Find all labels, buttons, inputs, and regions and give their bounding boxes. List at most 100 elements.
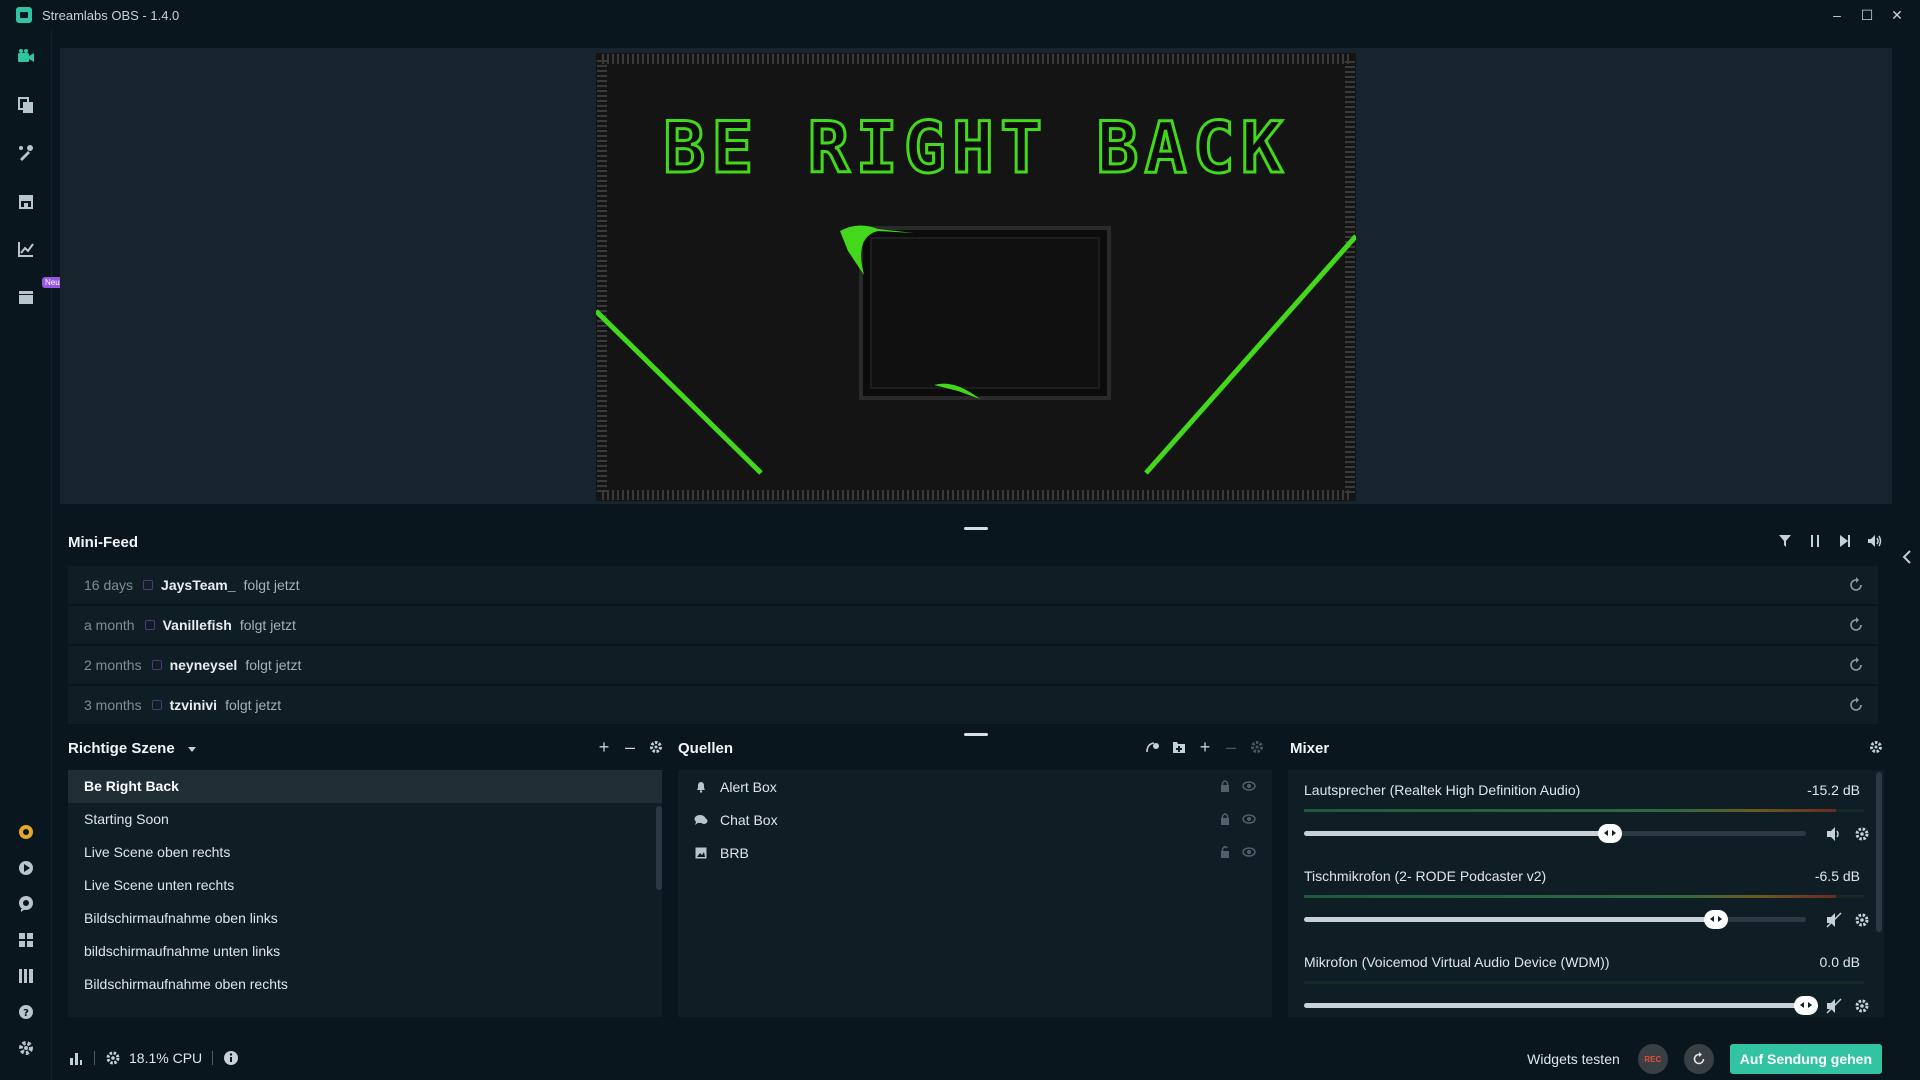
volume-meter: [1304, 895, 1864, 898]
repeat-alert-icon[interactable]: [1848, 697, 1864, 713]
feed-item: a month Vanillefish folgt jetzt: [68, 606, 1878, 644]
unlock-icon[interactable]: [1218, 845, 1232, 859]
volume-slider-thumb[interactable]: [1794, 996, 1818, 1015]
scene-settings-gear-icon[interactable]: [648, 738, 664, 756]
replay-buffer-button[interactable]: [1683, 1044, 1714, 1074]
volume-meter: [1304, 809, 1864, 812]
scene-item[interactable]: bildschirmaufnahme unten links: [68, 935, 662, 968]
twitch-icon: [151, 700, 162, 710]
scene-collection-name[interactable]: Richtige Szene: [68, 740, 175, 757]
mixer-settings-gear-icon[interactable]: [1868, 738, 1884, 756]
minifeed-controls: [1776, 532, 1884, 550]
info-icon[interactable]: [223, 1050, 239, 1066]
themes-icon[interactable]: [14, 141, 38, 165]
dashboard-icon[interactable]: [14, 928, 38, 952]
help-icon[interactable]: ?: [14, 1000, 38, 1024]
skip-icon[interactable]: [1836, 532, 1854, 550]
analytics-icon[interactable]: [14, 237, 38, 261]
resize-handle-feed[interactable]: [964, 733, 988, 736]
scene-item[interactable]: Bildschirmaufnahme oben rechts: [68, 968, 662, 1001]
scene-item[interactable]: Be Right Back: [68, 770, 662, 803]
feed-time: 16 days: [84, 577, 134, 593]
layout-icon[interactable]: [14, 93, 38, 117]
settings-icon[interactable]: [14, 1036, 38, 1060]
speaker-muted-icon[interactable]: [1826, 998, 1842, 1014]
source-label: Alert Box: [720, 778, 777, 795]
performance-chart-icon[interactable]: [68, 1050, 84, 1066]
speaker-muted-icon[interactable]: [1826, 912, 1842, 928]
cpu-usage: 18.1% CPU: [129, 1050, 203, 1066]
source-item[interactable]: Alert Box: [678, 770, 1272, 803]
apps-icon[interactable]: [14, 964, 38, 988]
stream-preview[interactable]: BE RIGHT BACK: [60, 48, 1892, 504]
source-settings-gear-icon[interactable]: [1249, 738, 1265, 756]
visibility-eye-icon[interactable]: [1242, 845, 1256, 859]
scenes-toolbar: + –: [596, 737, 664, 757]
volume-icon[interactable]: [1866, 532, 1884, 550]
volume-slider-thumb[interactable]: [1598, 824, 1623, 843]
test-widgets-button[interactable]: Widgets testen: [1527, 1051, 1620, 1067]
pause-icon[interactable]: [1806, 532, 1824, 550]
mixer-scrollbar[interactable]: [1876, 772, 1882, 932]
chat-icon[interactable]: [14, 892, 38, 916]
channel-settings-gear-icon[interactable]: [1854, 998, 1870, 1014]
filter-icon[interactable]: [1776, 532, 1794, 550]
mixer-channel: Lautsprecher (Realtek High Definition Au…: [1304, 782, 1872, 843]
record-button[interactable]: REC: [1637, 1044, 1668, 1074]
cloudbot-icon[interactable]: [14, 820, 38, 844]
preview-canvas: BE RIGHT BACK: [596, 53, 1356, 501]
channel-settings-gear-icon[interactable]: [1854, 826, 1870, 842]
remove-source-button[interactable]: –: [1223, 737, 1239, 757]
volume-slider[interactable]: [1304, 996, 1818, 1015]
repeat-alert-icon[interactable]: [1848, 617, 1864, 633]
feed-time: a month: [84, 617, 135, 633]
sources-header: Quellen: [678, 740, 734, 757]
video-camera-icon[interactable]: [14, 45, 38, 69]
add-scene-button[interactable]: +: [596, 737, 612, 757]
scenes-list: Be Right Back Starting Soon Live Scene o…: [68, 770, 662, 1017]
status-bar: 18.1% CPU Widgets testen REC Auf Sendung…: [52, 1036, 1920, 1080]
feed-action: folgt jetzt: [239, 617, 296, 633]
volume-slider[interactable]: [1304, 824, 1806, 843]
repeat-alert-icon[interactable]: [1848, 577, 1864, 593]
scene-item[interactable]: Live Scene oben rechts: [68, 836, 662, 869]
scene-item[interactable]: Live Scene unten rechts: [68, 869, 662, 902]
source-item[interactable]: BRB: [678, 836, 1272, 869]
streamlabs-logo-icon: [16, 7, 32, 23]
twitch-icon: [144, 620, 155, 630]
source-item[interactable]: Chat Box: [678, 803, 1272, 836]
close-button[interactable]: ✕: [1882, 0, 1912, 30]
scenes-scrollbar[interactable]: [656, 806, 662, 890]
scenes-header[interactable]: Richtige Szene: [68, 740, 197, 757]
lock-icon[interactable]: [1218, 812, 1232, 826]
feed-item: 3 months tzvinivi folgt jetzt: [68, 686, 1878, 724]
resize-handle-preview[interactable]: [964, 527, 988, 530]
store-icon[interactable]: [14, 189, 38, 213]
scene-item[interactable]: Starting Soon: [68, 803, 662, 836]
alert-icon[interactable]: [14, 856, 38, 880]
volume-slider-thumb[interactable]: [1703, 910, 1728, 929]
lock-icon[interactable]: [1218, 779, 1232, 793]
visibility-eye-icon[interactable]: [1242, 779, 1256, 793]
volume-slider[interactable]: [1304, 910, 1806, 929]
add-source-button[interactable]: +: [1197, 737, 1213, 757]
volume-meter-fill: [1304, 809, 1836, 812]
source-group-icon[interactable]: [1145, 738, 1161, 756]
repeat-alert-icon[interactable]: [1848, 657, 1864, 673]
speaker-icon[interactable]: [1826, 826, 1842, 842]
divider: [94, 1051, 95, 1065]
maximize-button[interactable]: ☐: [1852, 0, 1882, 30]
chevron-left-icon[interactable]: [1900, 548, 1914, 566]
remove-scene-button[interactable]: –: [622, 737, 638, 757]
add-folder-icon[interactable]: [1171, 738, 1187, 756]
highlighter-icon[interactable]: Neu: [14, 277, 63, 309]
minifeed-title: Mini-Feed: [68, 534, 138, 551]
minimize-button[interactable]: –: [1822, 0, 1852, 30]
brb-overlay-text: BE RIGHT BACK: [662, 106, 1289, 191]
scene-item[interactable]: Bildschirmaufnahme oben links: [68, 902, 662, 935]
channel-settings-gear-icon[interactable]: [1854, 912, 1870, 928]
go-live-button[interactable]: Auf Sendung gehen: [1729, 1044, 1882, 1074]
chevron-down-icon[interactable]: [187, 745, 197, 753]
visibility-eye-icon[interactable]: [1242, 812, 1256, 826]
feed-time: 3 months: [84, 697, 142, 713]
